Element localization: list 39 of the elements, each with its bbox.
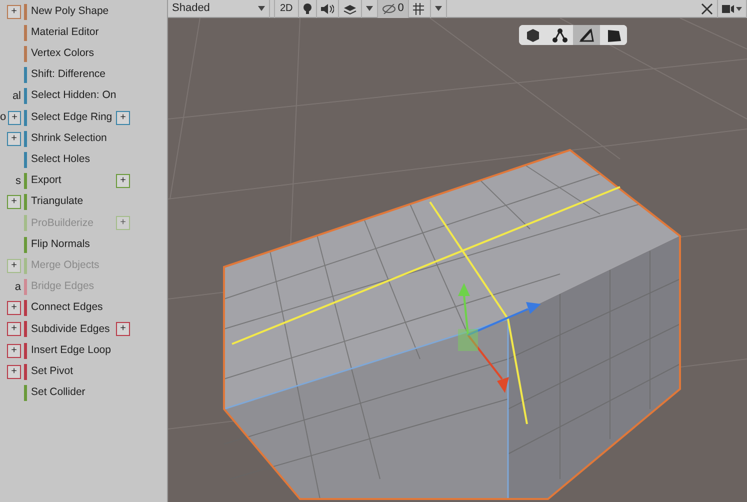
options-button[interactable]: + <box>7 364 21 379</box>
options-button[interactable]: + <box>116 174 130 188</box>
eye-slash-icon <box>382 4 396 14</box>
tool-button[interactable]: Set Collider <box>31 385 86 401</box>
tool-button[interactable]: Subdivide Edges <box>31 322 110 338</box>
options-button[interactable]: + <box>116 322 130 336</box>
tool-button[interactable]: Set Pivot <box>31 364 74 380</box>
tool-label[interactable]: o <box>0 109 6 126</box>
tool-button[interactable]: Triangulate <box>31 194 84 210</box>
edge-mode-button[interactable] <box>573 25 600 45</box>
tool-label[interactable]: s <box>16 172 21 190</box>
tool-button[interactable]: Insert Edge Loop <box>31 342 111 358</box>
tool-button[interactable]: Flip Normals <box>31 236 90 253</box>
options-button[interactable]: + <box>7 195 21 210</box>
hidden-objects-button[interactable]: 0 <box>378 0 409 18</box>
vertex-nodes-icon <box>550 26 568 44</box>
vertex-mode-button[interactable] <box>546 25 573 45</box>
options-button[interactable]: + <box>7 132 21 146</box>
tool-button[interactable]: New Poly Shape <box>31 4 109 20</box>
tool-button[interactable]: Material Editor <box>31 24 99 41</box>
tool-button[interactable]: Shrink Selection <box>31 130 107 147</box>
face-mode-button[interactable] <box>600 25 627 45</box>
options-button[interactable]: + <box>7 344 21 358</box>
options-button[interactable]: + <box>7 301 21 316</box>
options-button[interactable]: + <box>116 110 130 125</box>
triangle-edge-icon <box>578 26 596 44</box>
tool-button[interactable]: Vertex Colors <box>31 46 94 62</box>
tool-button[interactable]: Shift: Difference <box>31 67 106 84</box>
tool-button[interactable]: Select Holes <box>31 152 90 168</box>
tool-label[interactable]: al <box>12 88 21 105</box>
tool-button[interactable]: Select Hidden: On <box>31 88 116 104</box>
tool-button[interactable]: Export <box>31 173 62 189</box>
caret-icon <box>258 6 265 11</box>
options-button[interactable]: + <box>8 110 21 125</box>
tool-button[interactable]: Select Edge Ring <box>31 110 112 126</box>
options-button[interactable]: + <box>7 4 21 19</box>
object-mode-button[interactable] <box>519 25 546 45</box>
tool-button[interactable]: Connect Edges <box>31 300 103 316</box>
options-button[interactable]: + <box>7 322 21 336</box>
